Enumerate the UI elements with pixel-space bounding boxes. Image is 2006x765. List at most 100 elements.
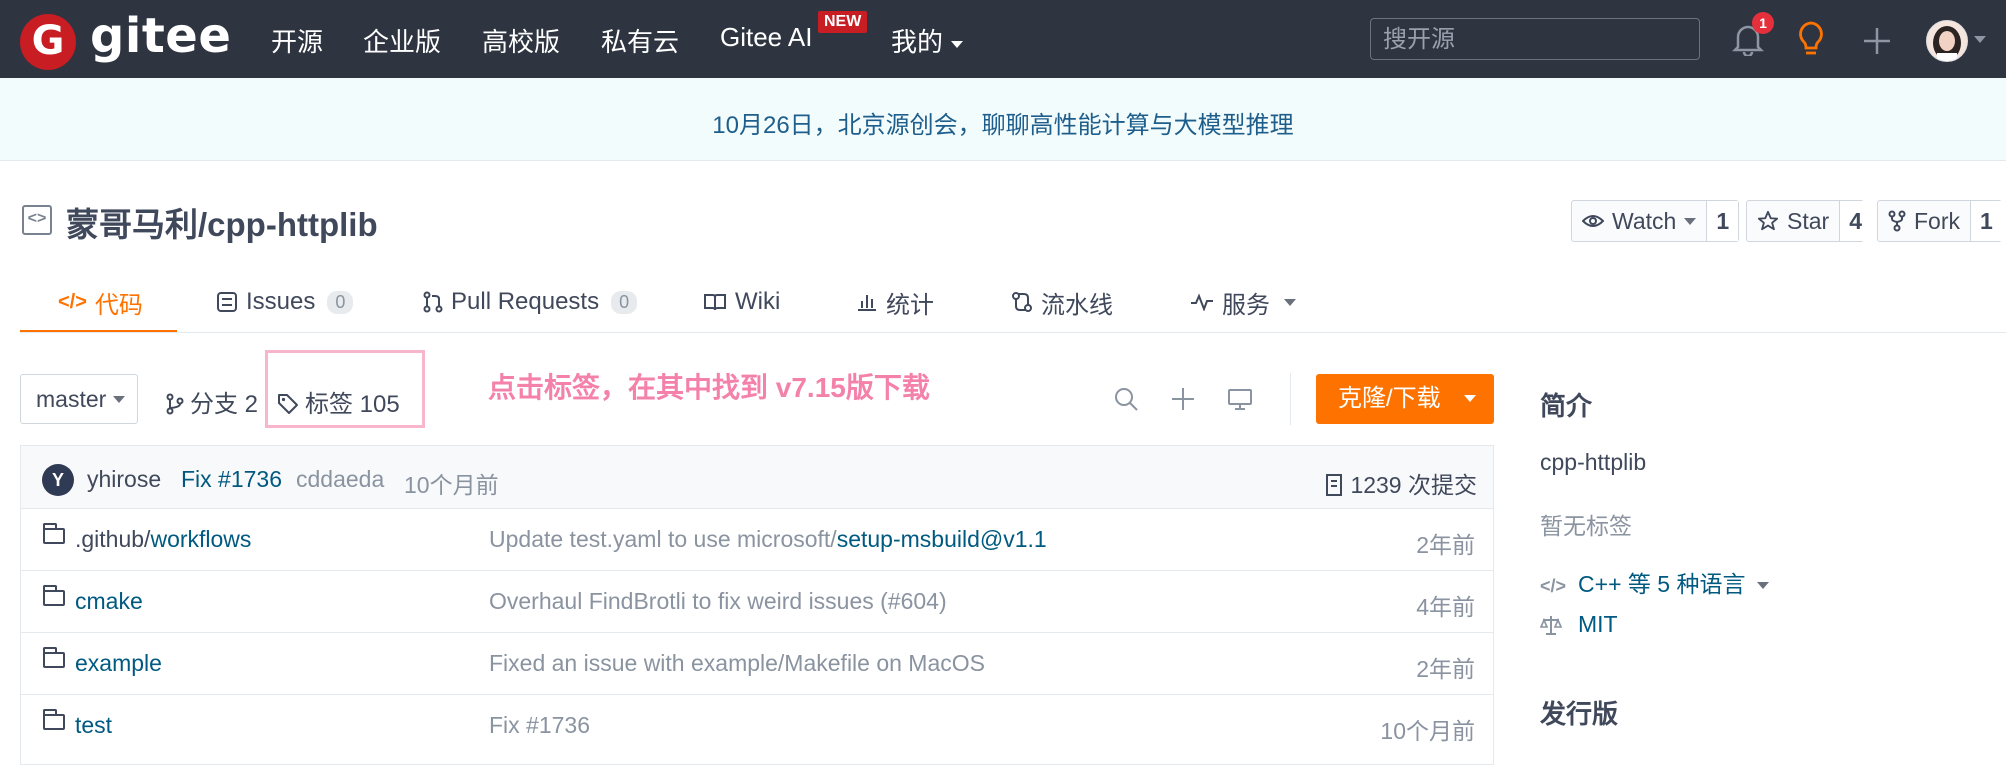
chevron-down-icon — [1284, 298, 1296, 306]
search-input[interactable]: 搜开源 — [1370, 18, 1700, 60]
nav-item-enterprise[interactable]: 企业版 — [363, 22, 441, 59]
license-label: MIT — [1578, 611, 1618, 637]
file-commit-message[interactable]: Fix #1736 — [489, 712, 590, 739]
notification-count-badge: 1 — [1752, 12, 1774, 34]
nav-item-gitee-ai[interactable]: Gitee AI — [720, 22, 813, 53]
tab-pull-requests-label: Pull Requests — [451, 288, 600, 315]
new-badge: NEW — [818, 11, 868, 33]
tab-pipeline[interactable]: 流水线 — [1011, 282, 1113, 322]
tags-highlight-box — [265, 350, 425, 428]
file-time: 2年前 — [1416, 656, 1475, 682]
table-row[interactable]: .github/workflows Update test.yaml to us… — [21, 508, 1493, 571]
clone-download-label: 克隆/下载 — [1338, 385, 1441, 412]
avatar[interactable]: Y — [42, 464, 74, 496]
eye-icon — [1582, 215, 1604, 227]
folder-icon — [43, 585, 65, 606]
toolbar-divider — [1290, 373, 1291, 425]
chevron-down-icon — [951, 40, 964, 48]
fork-label: Fork — [1914, 207, 1960, 234]
file-name[interactable]: cmake — [75, 588, 143, 615]
tab-code-label: 代码 — [94, 291, 143, 319]
fork-icon — [1888, 210, 1906, 232]
code-icon: </> — [58, 290, 87, 313]
lightbulb-icon[interactable] — [1796, 20, 1826, 58]
watch-button[interactable]: Watch 1 — [1571, 200, 1739, 242]
tab-wiki-label: Wiki — [735, 288, 781, 315]
scale-icon — [1539, 616, 1563, 635]
user-avatar[interactable] — [1926, 20, 1968, 62]
tab-code[interactable]: </> 代码 — [58, 282, 143, 322]
plus-icon[interactable] — [1862, 26, 1892, 56]
file-commit-message[interactable]: Overhaul FindBrotli to fix weird issues … — [489, 588, 947, 615]
commit-hash[interactable]: cddaeda — [296, 466, 384, 493]
nav-item-opensource[interactable]: 开源 — [271, 22, 323, 59]
watch-label: Watch — [1612, 207, 1677, 234]
monitor-icon[interactable] — [1226, 385, 1254, 413]
folder-icon — [43, 523, 65, 544]
file-commit-message[interactable]: Fixed an issue with example/Makefile on … — [489, 650, 985, 677]
branches-label: 分支 2 — [190, 391, 259, 418]
tab-issues[interactable]: Issues 0 — [216, 282, 354, 322]
commit-message[interactable]: Fix #1736 — [181, 466, 282, 493]
watch-count[interactable]: 1 — [1706, 201, 1739, 241]
nav-item-education[interactable]: 高校版 — [482, 22, 560, 59]
tab-services-label: 服务 — [1222, 291, 1270, 319]
fork-count[interactable]: 1 — [1970, 201, 2002, 241]
releases-heading: 发行版 — [1540, 699, 1619, 729]
issues-count-badge: 0 — [327, 290, 354, 314]
star-button[interactable]: Star 4 — [1746, 200, 1871, 242]
brand-name[interactable]: gitee — [90, 8, 231, 64]
languages-label: C++ 等 5 种语言 — [1578, 571, 1746, 597]
announcement-banner[interactable]: 10月26日，北京源创会，聊聊高性能计算与大模型推理 — [0, 78, 2006, 161]
repo-code-icon: <> — [22, 205, 52, 235]
file-name[interactable]: test — [75, 712, 112, 739]
star-count[interactable]: 4 — [1839, 201, 1871, 241]
file-name[interactable]: .github/workflows — [75, 526, 251, 553]
folder-icon — [43, 709, 65, 730]
pipeline-icon — [1012, 292, 1032, 312]
file-time: 10个月前 — [1380, 718, 1475, 744]
nav-item-mine[interactable]: 我的 — [891, 22, 964, 59]
file-table: Y yhirose Fix #1736 cddaeda 10个月前 1239 次… — [20, 445, 1494, 765]
activity-icon — [1191, 293, 1213, 311]
folder-icon — [43, 647, 65, 668]
file-time: 2年前 — [1416, 532, 1475, 558]
table-row[interactable]: test Fix #1736 10个月前 — [21, 694, 1493, 756]
branches-link[interactable]: 分支 2 — [166, 384, 258, 419]
latest-commit-row: Y yhirose Fix #1736 cddaeda 10个月前 1239 次… — [21, 446, 1493, 509]
languages-dropdown[interactable]: </> C++ 等 5 种语言 — [1540, 565, 1770, 599]
table-row[interactable]: example Fixed an issue with example/Make… — [21, 632, 1493, 695]
nav-mine-label: 我的 — [891, 27, 944, 57]
book-icon — [704, 294, 726, 311]
file-name[interactable]: example — [75, 650, 162, 677]
repo-description: cpp-httplib — [1540, 449, 1647, 475]
tab-statistics[interactable]: 统计 — [856, 282, 934, 322]
chevron-down-icon[interactable] — [1974, 36, 1986, 43]
tab-issues-label: Issues — [246, 288, 316, 315]
repo-title[interactable]: 蒙哥马利/cpp-httplib — [66, 198, 378, 246]
plus-icon[interactable] — [1169, 385, 1197, 413]
nav-item-private-cloud[interactable]: 私有云 — [601, 22, 679, 59]
tabs-divider — [20, 332, 2006, 333]
no-tags-text: 暂无标签 — [1540, 513, 1632, 539]
code-icon: </> — [1540, 576, 1567, 596]
license-link[interactable]: MIT — [1539, 611, 1618, 638]
tab-services[interactable]: 服务 — [1190, 282, 1296, 322]
file-commit-message[interactable]: Update test.yaml to use microsoft/setup-… — [489, 526, 1047, 553]
tab-statistics-label: 统计 — [886, 291, 934, 319]
search-icon[interactable] — [1112, 385, 1140, 413]
gitee-logo-icon[interactable]: G — [20, 14, 76, 70]
commit-author[interactable]: yhirose — [87, 466, 161, 493]
bar-chart-icon — [858, 295, 876, 311]
star-icon — [1757, 210, 1779, 231]
clone-download-button[interactable]: 克隆/下载 — [1316, 374, 1494, 424]
commit-total-link[interactable]: 1239 次提交 — [1324, 466, 1477, 500]
pull-requests-count-badge: 0 — [611, 290, 638, 314]
branch-selector[interactable]: master — [20, 374, 138, 424]
table-row[interactable]: cmake Overhaul FindBrotli to fix weird i… — [21, 570, 1493, 633]
banner-text[interactable]: 10月26日，北京源创会，聊聊高性能计算与大模型推理 — [0, 105, 2006, 140]
tab-pull-requests[interactable]: Pull Requests 0 — [423, 282, 638, 322]
chevron-down-icon — [1464, 395, 1476, 402]
fork-button[interactable]: Fork 1 — [1877, 200, 2002, 242]
tab-wiki[interactable]: Wiki — [703, 282, 780, 322]
